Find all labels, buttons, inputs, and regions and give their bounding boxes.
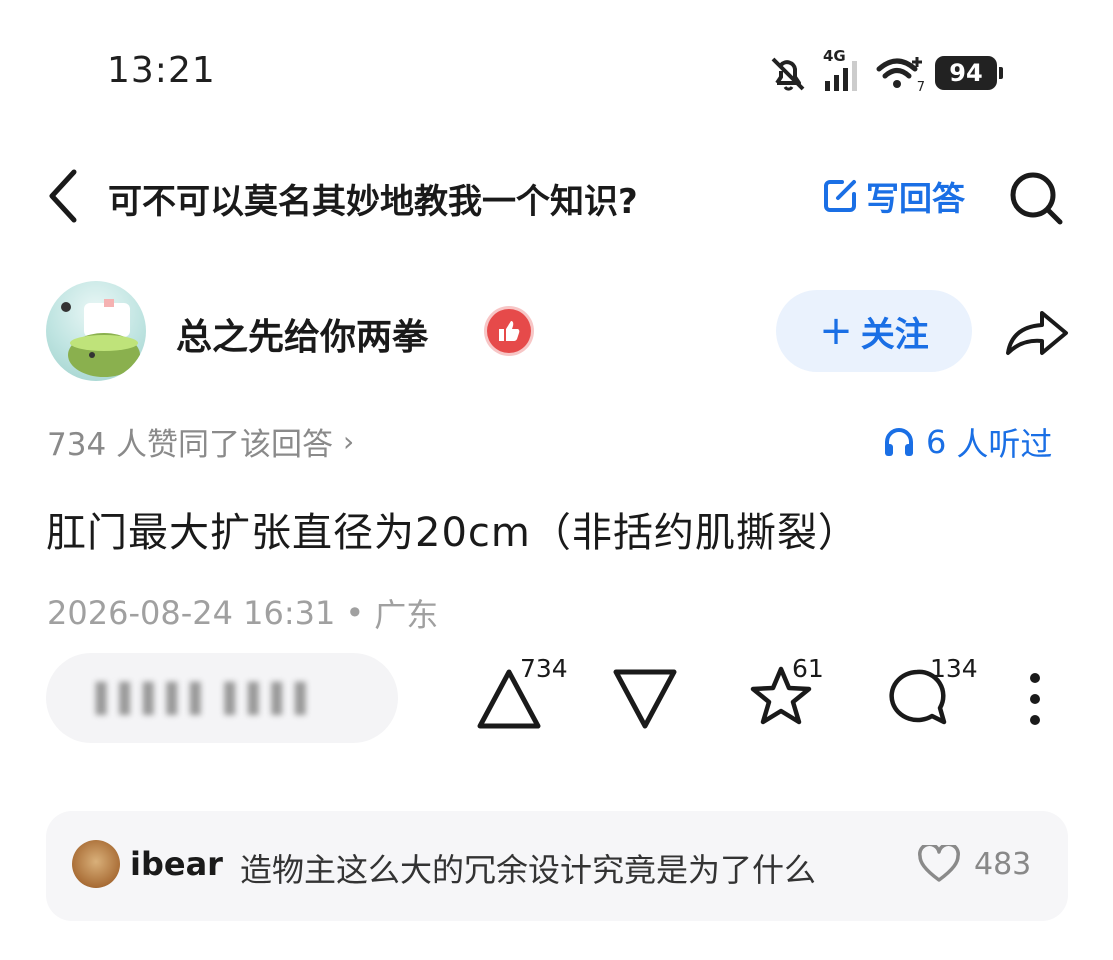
battery-level: 94 xyxy=(949,59,983,87)
thumbs-up-badge-icon xyxy=(487,309,531,353)
follow-label: 关注 xyxy=(860,314,929,355)
cellular-signal-icon: 4G xyxy=(821,47,865,93)
follow-button[interactable]: + 关注 xyxy=(776,290,972,372)
favorite-button[interactable]: 61 xyxy=(748,654,838,734)
battery-indicator: 94 xyxy=(935,56,1003,90)
post-meta: 2026-08-24 16:31 • 广东 xyxy=(47,590,438,636)
question-title[interactable]: 可不可以莫名其妙地教我一个知识? xyxy=(108,174,638,223)
post-location: 广东 xyxy=(374,596,439,634)
post-date: 2026-08-24 16:31 xyxy=(47,594,336,632)
write-answer-label: 写回答 xyxy=(866,179,965,218)
downvote-button[interactable] xyxy=(610,664,680,734)
status-icons: 4G 7 94 xyxy=(765,47,1003,98)
headphones-icon xyxy=(885,428,913,456)
commenter-name: ibear xyxy=(130,845,223,883)
heart-icon xyxy=(918,845,960,882)
downvote-triangle-icon xyxy=(613,669,677,729)
agree-count-text: 734 人赞同了该回答 xyxy=(47,427,334,463)
wifi-icon: 7 xyxy=(875,53,925,95)
separator-dot: • xyxy=(345,594,365,632)
comment-input-placeholder: ▌▌▌▌▌ ▌▌▌▌ xyxy=(96,681,319,715)
comment-input[interactable]: ▌▌▌▌▌ ▌▌▌▌ xyxy=(46,653,398,743)
upvote-count: 734 xyxy=(520,654,568,683)
back-arrow-icon[interactable] xyxy=(44,166,84,226)
write-answer-button[interactable]: 写回答 xyxy=(820,172,965,220)
edit-icon xyxy=(824,180,856,212)
comment-like-count: 483 xyxy=(974,846,1032,882)
status-time: 13:21 xyxy=(107,50,216,91)
listened-number: 6 xyxy=(926,423,947,461)
more-vertical-icon xyxy=(1030,673,1040,725)
share-arrow-icon[interactable] xyxy=(1002,305,1072,361)
comment-like[interactable]: 483 xyxy=(918,845,1031,883)
author-name[interactable]: 总之先给你两拳 xyxy=(176,308,428,360)
listened-suffix: 人听过 xyxy=(956,425,1053,463)
chevron-right-icon: › xyxy=(343,425,355,458)
listened-count[interactable]: 6 人听过 xyxy=(882,419,1052,465)
comment-text: 造物主这么大的冗余设计究竟是为了什么 xyxy=(240,851,817,889)
author-avatar[interactable] xyxy=(46,281,146,381)
commenter-avatar xyxy=(72,840,120,888)
search-icon[interactable] xyxy=(1006,168,1066,228)
comment-count: 134 xyxy=(930,654,978,683)
mute-bell-icon xyxy=(771,57,805,91)
favorite-count: 61 xyxy=(792,654,824,683)
comment-button[interactable]: 134 xyxy=(884,654,984,734)
more-options-button[interactable] xyxy=(1022,672,1048,728)
answer-body: 肛门最大扩张直径为20cm（非括约肌撕裂） xyxy=(46,510,859,556)
plus-icon: + xyxy=(819,308,853,354)
agree-count-link[interactable]: 734 人赞同了该回答 › xyxy=(47,419,354,464)
upvote-button[interactable]: 734 xyxy=(474,654,574,734)
